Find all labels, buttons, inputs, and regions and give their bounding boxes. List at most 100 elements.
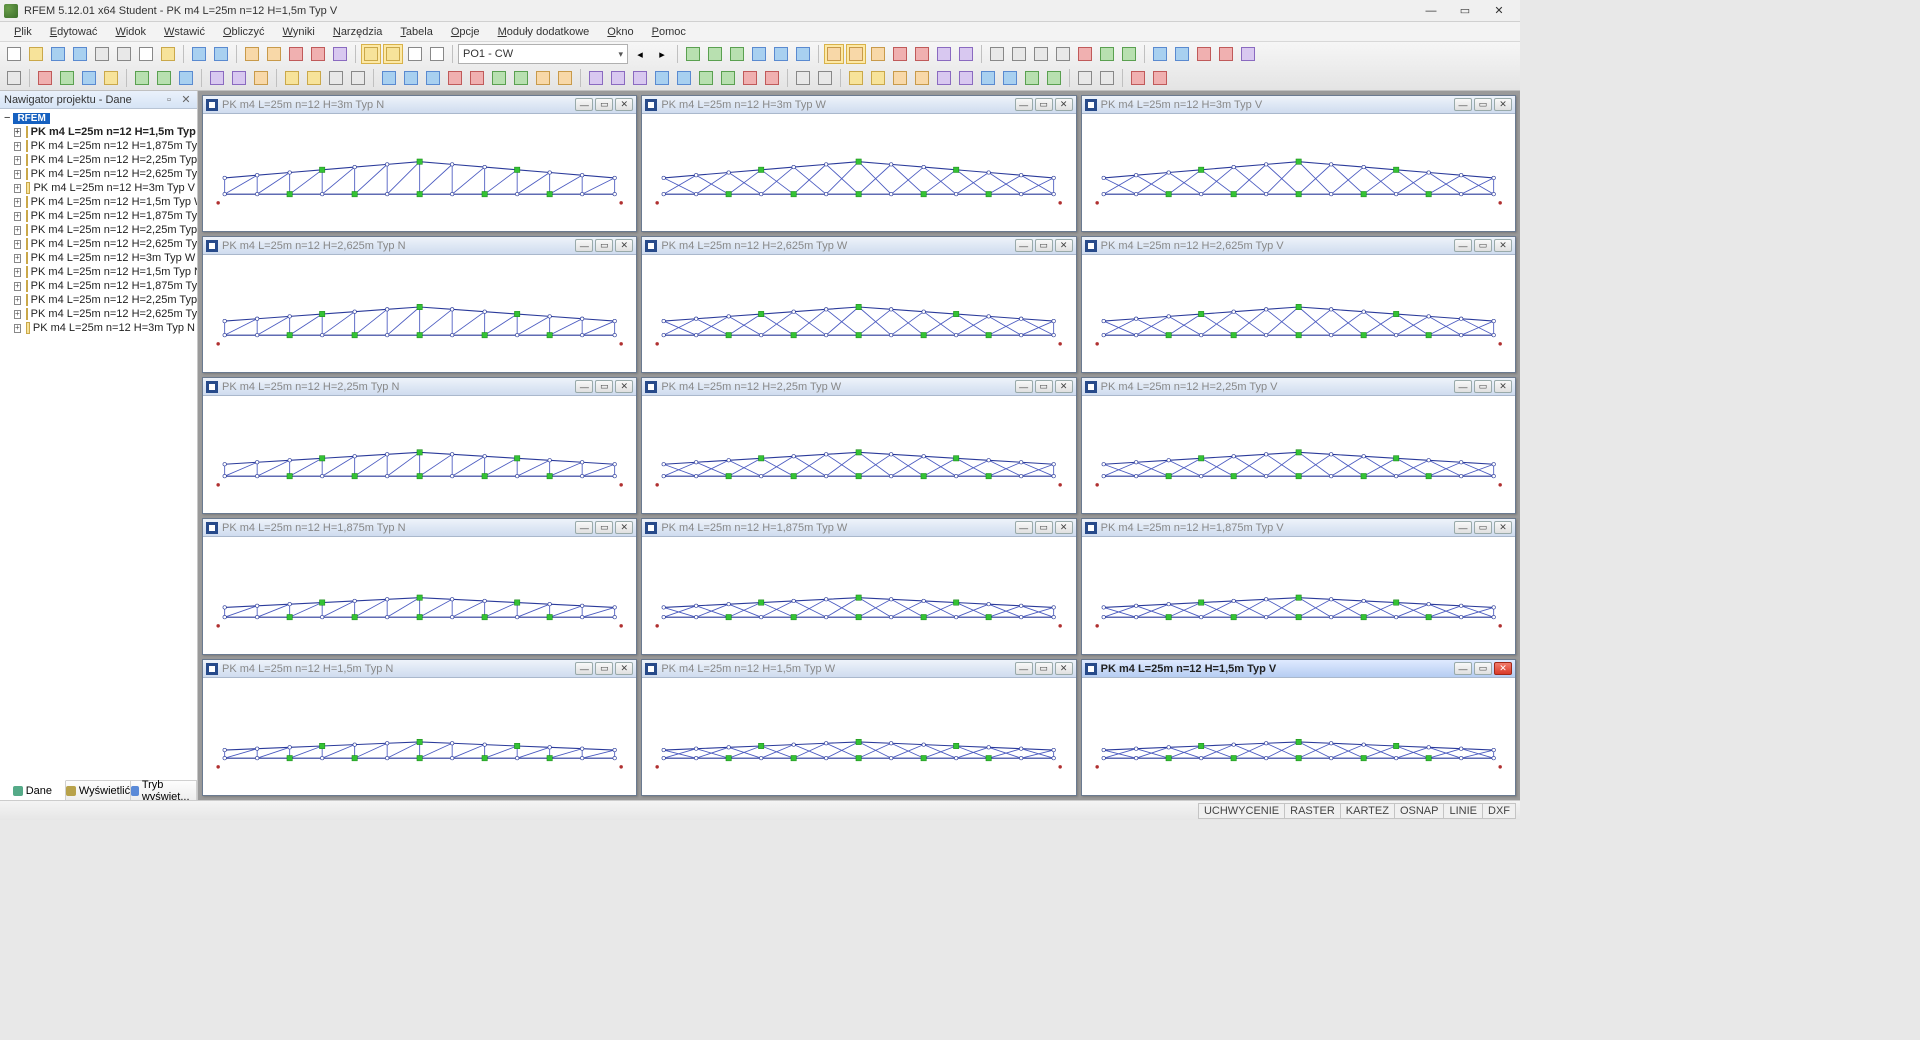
tb2-ak[interactable] — [868, 68, 888, 88]
tb2-c[interactable] — [57, 68, 77, 88]
menu-wyniki[interactable]: Wyniki — [275, 24, 323, 40]
tb2-av[interactable] — [1128, 68, 1148, 88]
tb2-aq[interactable] — [1000, 68, 1020, 88]
nav-pin-icon[interactable]: ▫ — [162, 94, 176, 106]
tb-win-4[interactable] — [427, 44, 447, 64]
child-titlebar[interactable]: PK m4 L=25m n=12 H=2,25m Typ V—▭✕ — [1082, 378, 1515, 396]
menu-obliczyć[interactable]: Obliczyć — [215, 24, 273, 40]
tb-h2[interactable] — [846, 44, 866, 64]
tb2-am[interactable] — [912, 68, 932, 88]
child-close[interactable]: ✕ — [1494, 380, 1512, 393]
expand-icon[interactable]: + — [14, 240, 21, 249]
tb-open[interactable] — [26, 44, 46, 64]
status-dxf[interactable]: DXF — [1482, 803, 1516, 819]
tb-printprev[interactable] — [114, 44, 134, 64]
child-viewport[interactable] — [203, 114, 636, 231]
tb2-ab[interactable] — [652, 68, 672, 88]
nav-item[interactable]: +PK m4 L=25m n=12 H=1,875m Typ N — [0, 279, 197, 293]
expand-icon[interactable]: + — [14, 282, 21, 291]
tb-i6[interactable] — [1097, 44, 1117, 64]
child-viewport[interactable] — [203, 255, 636, 372]
tb-d[interactable] — [308, 44, 328, 64]
expand-icon[interactable]: + — [14, 268, 21, 277]
child-minimize[interactable]: — — [1015, 662, 1033, 675]
nav-item[interactable]: +PK m4 L=25m n=12 H=1,5m Typ V — [0, 125, 197, 139]
tb-j4[interactable] — [1216, 44, 1236, 64]
child-titlebar[interactable]: PK m4 L=25m n=12 H=2,625m Typ N—▭✕ — [203, 237, 636, 255]
child-maximize[interactable]: ▭ — [1474, 662, 1492, 675]
tb2-ar[interactable] — [1022, 68, 1042, 88]
child-viewport[interactable] — [1082, 537, 1515, 654]
child-viewport[interactable] — [1082, 396, 1515, 513]
child-maximize[interactable]: ▭ — [1035, 521, 1053, 534]
tb-paste[interactable] — [158, 44, 178, 64]
expand-icon[interactable]: + — [14, 198, 21, 207]
child-minimize[interactable]: — — [575, 380, 593, 393]
expand-icon[interactable]: + — [14, 324, 21, 333]
child-titlebar[interactable]: PK m4 L=25m n=12 H=1,875m Typ W—▭✕ — [642, 519, 1075, 537]
tb-j5[interactable] — [1238, 44, 1258, 64]
child-titlebar[interactable]: PK m4 L=25m n=12 H=3m Typ N—▭✕ — [203, 96, 636, 114]
child-minimize[interactable]: — — [1454, 521, 1472, 534]
tb-i7[interactable] — [1119, 44, 1139, 64]
mdi-child[interactable]: PK m4 L=25m n=12 H=2,625m Typ V—▭✕ — [1081, 236, 1516, 373]
tb-save[interactable] — [48, 44, 68, 64]
close-button[interactable]: ✕ — [1482, 1, 1516, 21]
tb-saveall[interactable] — [70, 44, 90, 64]
child-viewport[interactable] — [642, 396, 1075, 513]
mdi-child[interactable]: PK m4 L=25m n=12 H=2,625m Typ N—▭✕ — [202, 236, 637, 373]
child-close[interactable]: ✕ — [615, 98, 633, 111]
child-titlebar[interactable]: PK m4 L=25m n=12 H=1,875m Typ N—▭✕ — [203, 519, 636, 537]
tb2-an[interactable] — [934, 68, 954, 88]
nav-item[interactable]: +PK m4 L=25m n=12 H=2,25m Typ V — [0, 153, 197, 167]
child-close[interactable]: ✕ — [615, 521, 633, 534]
nav-item[interactable]: +PK m4 L=25m n=12 H=2,25m Typ W — [0, 223, 197, 237]
tb-h5[interactable] — [912, 44, 932, 64]
mdi-child[interactable]: PK m4 L=25m n=12 H=1,5m Typ V—▭✕ — [1081, 659, 1516, 796]
nav-item[interactable]: +PK m4 L=25m n=12 H=1,5m Typ N — [0, 265, 197, 279]
tb-g4[interactable] — [749, 44, 769, 64]
child-viewport[interactable] — [1082, 255, 1515, 372]
tb2-q[interactable] — [401, 68, 421, 88]
mdi-child[interactable]: PK m4 L=25m n=12 H=1,875m Typ W—▭✕ — [641, 518, 1076, 655]
expand-icon[interactable]: + — [14, 310, 21, 319]
tb2-h[interactable] — [176, 68, 196, 88]
tb-h6[interactable] — [934, 44, 954, 64]
tb2-al[interactable] — [890, 68, 910, 88]
child-maximize[interactable]: ▭ — [595, 380, 613, 393]
child-maximize[interactable]: ▭ — [1474, 98, 1492, 111]
tb2-k[interactable] — [251, 68, 271, 88]
child-viewport[interactable] — [642, 678, 1075, 795]
child-titlebar[interactable]: PK m4 L=25m n=12 H=3m Typ W—▭✕ — [642, 96, 1075, 114]
expand-icon[interactable]: + — [14, 184, 21, 193]
child-maximize[interactable]: ▭ — [595, 521, 613, 534]
child-maximize[interactable]: ▭ — [595, 662, 613, 675]
nav-item[interactable]: +PK m4 L=25m n=12 H=1,875m Typ W — [0, 209, 197, 223]
child-titlebar[interactable]: PK m4 L=25m n=12 H=3m Typ V—▭✕ — [1082, 96, 1515, 114]
child-viewport[interactable] — [203, 396, 636, 513]
tb-i1[interactable] — [987, 44, 1007, 64]
child-maximize[interactable]: ▭ — [1474, 239, 1492, 252]
tb-h3[interactable] — [868, 44, 888, 64]
mdi-child[interactable]: PK m4 L=25m n=12 H=1,875m Typ V—▭✕ — [1081, 518, 1516, 655]
child-maximize[interactable]: ▭ — [595, 239, 613, 252]
child-viewport[interactable] — [642, 114, 1075, 231]
expand-icon[interactable]: + — [14, 142, 21, 151]
child-maximize[interactable]: ▭ — [1035, 380, 1053, 393]
tb-e[interactable] — [330, 44, 350, 64]
mdi-child[interactable]: PK m4 L=25m n=12 H=1,875m Typ N—▭✕ — [202, 518, 637, 655]
tb2-f[interactable] — [132, 68, 152, 88]
tb-win-tile1[interactable] — [361, 44, 381, 64]
nav-tab-1[interactable]: Wyświetlić — [66, 781, 132, 800]
tb2-x[interactable] — [555, 68, 575, 88]
tb-print[interactable] — [92, 44, 112, 64]
child-close[interactable]: ✕ — [1494, 521, 1512, 534]
child-minimize[interactable]: — — [575, 98, 593, 111]
tb2-as[interactable] — [1044, 68, 1064, 88]
expand-icon[interactable]: + — [14, 128, 21, 137]
tb-j2[interactable] — [1172, 44, 1192, 64]
tb2-au[interactable] — [1097, 68, 1117, 88]
nav-item[interactable]: +PK m4 L=25m n=12 H=2,625m Typ W — [0, 237, 197, 251]
nav-item[interactable]: +PK m4 L=25m n=12 H=2,25m Typ N — [0, 293, 197, 307]
child-minimize[interactable]: — — [1015, 239, 1033, 252]
